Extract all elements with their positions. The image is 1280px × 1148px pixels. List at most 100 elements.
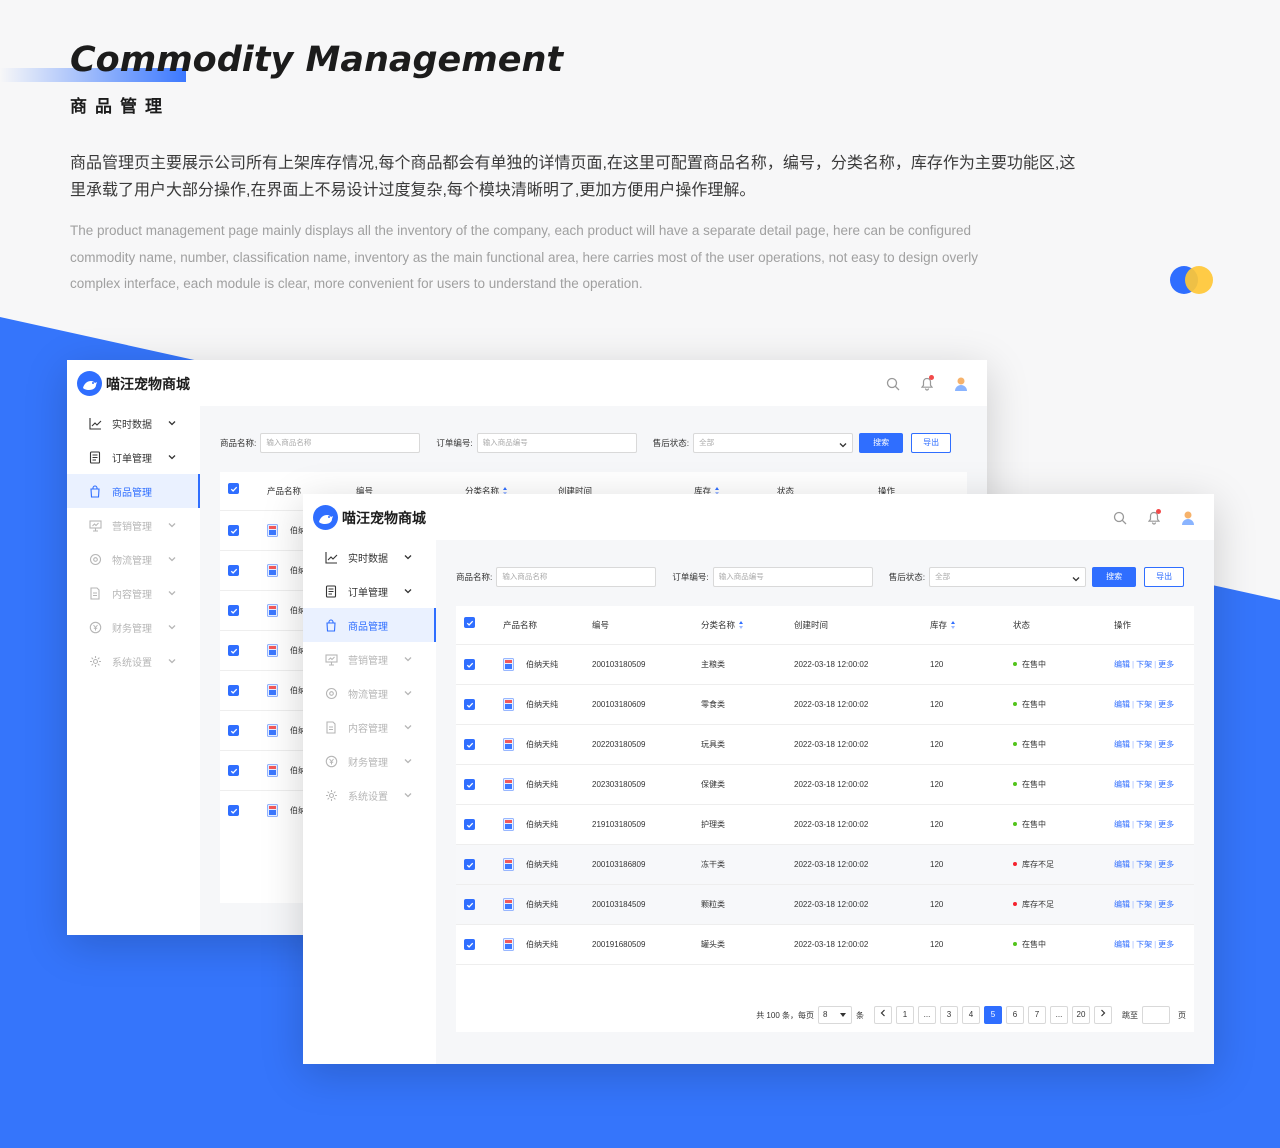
search-button[interactable]: 搜索 [1092, 567, 1137, 587]
table-row[interactable]: 伯纳天纯 200191680509 罐头类 2022-03-18 12:00:02 12… [456, 924, 1194, 964]
sidebar-item-5[interactable]: 物流管理 [67, 542, 200, 576]
product-thumbnail-icon [267, 524, 278, 537]
take-down-link[interactable]: 下架 [1136, 900, 1152, 909]
search-icon[interactable] [1110, 508, 1130, 528]
row-checkbox[interactable] [228, 565, 239, 576]
row-checkbox[interactable] [228, 725, 239, 736]
product-name-input[interactable]: 输入商品名称 [260, 433, 421, 453]
more-link[interactable]: 更多 [1158, 660, 1174, 669]
row-checkbox[interactable] [228, 525, 239, 536]
row-checkbox[interactable] [464, 779, 475, 790]
export-button[interactable]: 导出 [1144, 567, 1185, 587]
sidebar-item-2[interactable]: 订单管理 [303, 574, 436, 608]
edit-link[interactable]: 编辑 [1114, 940, 1130, 949]
select-all-checkbox[interactable] [464, 617, 475, 628]
sort-icon[interactable] [739, 621, 744, 629]
more-link[interactable]: 更多 [1158, 740, 1174, 749]
take-down-link[interactable]: 下架 [1136, 740, 1152, 749]
row-checkbox[interactable] [228, 645, 239, 656]
more-link[interactable]: 更多 [1158, 820, 1174, 829]
search-icon[interactable] [883, 374, 903, 394]
take-down-link[interactable]: 下架 [1136, 660, 1152, 669]
page-button[interactable]: ... [918, 1006, 936, 1024]
table-row[interactable]: 伯纳天纯 200103184509 颗粒类 2022-03-18 12:00:02 12… [456, 884, 1194, 924]
sidebar-item-8[interactable]: 系统设置 [67, 644, 200, 678]
avatar[interactable] [951, 374, 971, 394]
row-checkbox[interactable] [464, 699, 475, 710]
take-down-link[interactable]: 下架 [1136, 780, 1152, 789]
row-checkbox[interactable] [228, 805, 239, 816]
page-button[interactable]: 20 [1072, 1006, 1090, 1024]
row-checkbox[interactable] [464, 939, 475, 950]
edit-link[interactable]: 编辑 [1114, 900, 1130, 909]
sidebar-item-4[interactable]: 营销管理 [67, 508, 200, 542]
row-checkbox[interactable] [228, 605, 239, 616]
select-all-checkbox[interactable] [228, 483, 239, 494]
prev-page-button[interactable] [874, 1006, 892, 1024]
more-link[interactable]: 更多 [1158, 900, 1174, 909]
edit-link[interactable]: 编辑 [1114, 660, 1130, 669]
table-row[interactable]: 伯纳天纯 219103180509 护理类 2022-03-18 12:00:02 12… [456, 804, 1194, 844]
sidebar-item-4[interactable]: 营销管理 [303, 642, 436, 676]
row-checkbox[interactable] [464, 859, 475, 870]
row-checkbox[interactable] [464, 659, 475, 670]
take-down-link[interactable]: 下架 [1136, 860, 1152, 869]
take-down-link[interactable]: 下架 [1136, 940, 1152, 949]
edit-link[interactable]: 编辑 [1114, 700, 1130, 709]
row-checkbox[interactable] [228, 765, 239, 776]
after-sale-status-select[interactable]: 全部 [929, 567, 1087, 587]
page-button[interactable]: 6 [1006, 1006, 1024, 1024]
product-name-input[interactable]: 输入商品名称 [496, 567, 657, 587]
table-row[interactable]: 伯纳天纯 200103186809 冻干类 2022-03-18 12:00:02 12… [456, 844, 1194, 884]
page-button[interactable]: 7 [1028, 1006, 1046, 1024]
export-button[interactable]: 导出 [911, 433, 952, 453]
sidebar-item-1[interactable]: 实时数据 [67, 406, 200, 440]
edit-link[interactable]: 编辑 [1114, 860, 1130, 869]
next-page-button[interactable] [1094, 1006, 1112, 1024]
bell-icon[interactable] [1144, 508, 1164, 528]
more-link[interactable]: 更多 [1158, 780, 1174, 789]
column-header-category[interactable]: 分类名称 [701, 606, 744, 644]
table-row[interactable]: 伯纳天纯 202203180509 玩具类 2022-03-18 12:00:02 12… [456, 724, 1194, 764]
edit-link[interactable]: 编辑 [1114, 740, 1130, 749]
sort-icon[interactable] [951, 621, 956, 629]
more-link[interactable]: 更多 [1158, 940, 1174, 949]
row-checkbox[interactable] [464, 899, 475, 910]
page-button[interactable]: 5 [984, 1006, 1002, 1024]
edit-link[interactable]: 编辑 [1114, 820, 1130, 829]
bell-icon[interactable] [917, 374, 937, 394]
page-button[interactable]: 4 [962, 1006, 980, 1024]
sidebar-item-3[interactable]: 商品管理 [303, 608, 436, 642]
table-row[interactable]: 伯纳天纯 200103180609 零食类 2022-03-18 12:00:02 12… [456, 684, 1194, 724]
sidebar-item-2[interactable]: 订单管理 [67, 440, 200, 474]
page-size-select[interactable]: 8 [818, 1006, 852, 1024]
page-button[interactable]: 3 [940, 1006, 958, 1024]
sidebar-item-6[interactable]: 内容管理 [67, 576, 200, 610]
table-row[interactable]: 伯纳天纯 200103180509 主粮类 2022-03-18 12:00:02 12… [456, 644, 1194, 684]
sidebar-item-1[interactable]: 实时数据 [303, 540, 436, 574]
order-number-input[interactable]: 输入商品编号 [712, 567, 873, 587]
sidebar-item-6[interactable]: 内容管理 [303, 710, 436, 744]
avatar[interactable] [1178, 508, 1198, 528]
more-link[interactable]: 更多 [1158, 860, 1174, 869]
sidebar-item-5[interactable]: 物流管理 [303, 676, 436, 710]
edit-link[interactable]: 编辑 [1114, 780, 1130, 789]
row-checkbox[interactable] [464, 819, 475, 830]
sidebar-item-7[interactable]: 财务管理 [67, 610, 200, 644]
take-down-link[interactable]: 下架 [1136, 820, 1152, 829]
sidebar-item-3[interactable]: 商品管理 [67, 474, 200, 508]
row-checkbox[interactable] [228, 685, 239, 696]
take-down-link[interactable]: 下架 [1136, 700, 1152, 709]
order-number-input[interactable]: 输入商品编号 [476, 433, 637, 453]
table-row[interactable]: 伯纳天纯 202303180509 保健类 2022-03-18 12:00:02 12… [456, 764, 1194, 804]
sidebar-item-8[interactable]: 系统设置 [303, 778, 436, 812]
after-sale-status-select[interactable]: 全部 [693, 433, 854, 453]
jump-page-input[interactable] [1142, 1006, 1170, 1024]
more-link[interactable]: 更多 [1158, 700, 1174, 709]
page-button[interactable]: 1 [896, 1006, 914, 1024]
search-button[interactable]: 搜索 [859, 433, 904, 453]
column-header-stock[interactable]: 库存 [930, 606, 956, 644]
page-button[interactable]: ... [1050, 1006, 1068, 1024]
row-checkbox[interactable] [464, 739, 475, 750]
sidebar-item-7[interactable]: 财务管理 [303, 744, 436, 778]
